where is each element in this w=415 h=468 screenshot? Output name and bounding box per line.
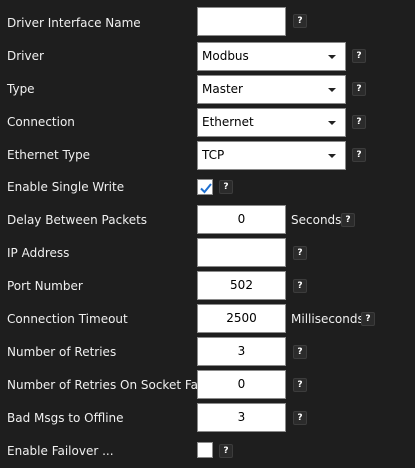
bad-msgs-to-offline-label: Bad Msgs to Offline <box>7 411 124 425</box>
driver-select[interactable]: Modbus <box>197 42 346 71</box>
driver-select-value: Modbus <box>202 49 249 63</box>
timeout-unit-label: Milliseconds <box>291 312 364 326</box>
type-select-value: Master <box>202 82 243 96</box>
enable-single-write-help-button[interactable]: ? <box>219 180 233 194</box>
delay-between-packets-help-button[interactable]: ? <box>341 213 355 227</box>
number-of-retries-help-button[interactable]: ? <box>293 345 307 359</box>
driver-interface-name-input[interactable] <box>197 7 286 36</box>
retries-on-socket-fail-help-button[interactable]: ? <box>293 378 307 392</box>
connection-label: Connection <box>7 115 75 129</box>
port-number-help-button[interactable]: ? <box>293 279 307 293</box>
connection-timeout-input[interactable]: 2500 <box>197 304 286 333</box>
chevron-down-icon <box>328 154 336 158</box>
chevron-down-icon <box>328 55 336 59</box>
ethernet-type-label: Ethernet Type <box>7 148 91 162</box>
ip-address-label: IP Address <box>7 246 70 260</box>
enable-failover-label: Enable Failover ... <box>7 444 114 458</box>
connection-select-value: Ethernet <box>202 115 254 129</box>
chevron-down-icon <box>328 121 336 125</box>
ethernet-type-help-button[interactable]: ? <box>352 148 366 162</box>
number-of-retries-label: Number of Retries <box>7 345 117 359</box>
driver-interface-name-label: Driver Interface Name <box>7 16 141 30</box>
connection-select[interactable]: Ethernet <box>197 108 346 137</box>
retries-on-socket-fail-input[interactable]: 0 <box>197 370 286 399</box>
ethernet-type-select-value: TCP <box>202 148 225 162</box>
type-select[interactable]: Master <box>197 75 346 104</box>
ip-address-help-button[interactable]: ? <box>293 246 307 260</box>
enable-single-write-checkbox[interactable] <box>197 179 213 195</box>
enable-failover-help-button[interactable]: ? <box>219 444 233 458</box>
type-help-button[interactable]: ? <box>352 82 366 96</box>
checkmark-icon <box>200 183 212 194</box>
port-number-label: Port Number <box>7 279 83 293</box>
port-number-input[interactable]: 502 <box>197 271 286 300</box>
connection-help-button[interactable]: ? <box>352 115 366 129</box>
ip-address-input[interactable] <box>197 238 286 267</box>
bad-msgs-to-offline-input[interactable]: 3 <box>197 403 286 432</box>
chevron-down-icon <box>328 88 336 92</box>
delay-between-packets-label: Delay Between Packets <box>7 213 148 227</box>
delay-unit-label: Seconds <box>291 213 342 227</box>
bad-msgs-to-offline-help-button[interactable]: ? <box>293 411 307 425</box>
ethernet-type-select[interactable]: TCP <box>197 141 346 170</box>
connection-timeout-label: Connection Timeout <box>7 312 128 326</box>
driver-label: Driver <box>7 49 44 63</box>
enable-single-write-label: Enable Single Write <box>7 180 125 194</box>
number-of-retries-input[interactable]: 3 <box>197 337 286 366</box>
type-label: Type <box>7 82 35 96</box>
driver-help-button[interactable]: ? <box>352 49 366 63</box>
enable-failover-checkbox[interactable] <box>197 442 213 458</box>
driver-interface-name-help-button[interactable]: ? <box>293 14 307 28</box>
delay-between-packets-input[interactable]: 0 <box>197 205 286 234</box>
connection-timeout-help-button[interactable]: ? <box>361 312 375 326</box>
retries-on-socket-fail-label: Number of Retries On Socket Fail <box>7 378 205 392</box>
